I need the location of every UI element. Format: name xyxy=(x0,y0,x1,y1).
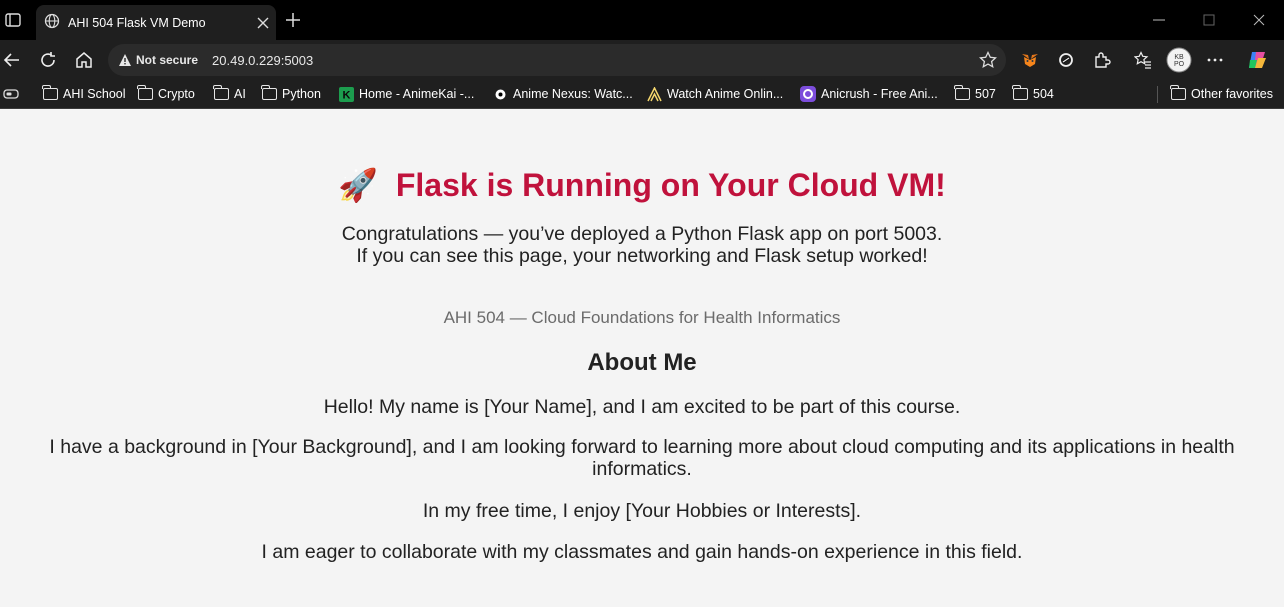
bookmark-label: AHI School xyxy=(63,87,126,101)
about-heading: About Me xyxy=(587,349,697,376)
folder-icon xyxy=(42,85,58,102)
bookmark-label: Anicrush - Free Ani... xyxy=(821,87,938,101)
bookmark-label: Home - AnimeKai -... xyxy=(359,87,475,101)
profile-avatar[interactable]: KB PO xyxy=(1166,47,1192,73)
page-content: 🚀 Flask is Running on Your Cloud VM! Con… xyxy=(0,109,1284,607)
home-icon[interactable] xyxy=(72,48,96,72)
window-controls xyxy=(1134,0,1284,40)
intro-text: Congratulations — you’ve deployed a Pyth… xyxy=(0,223,1284,267)
bookmark-item[interactable]: AI xyxy=(213,85,246,103)
bookmark-item[interactable]: K Home - AnimeKai -... xyxy=(338,85,474,103)
tab-title: AHI 504 Flask VM Demo xyxy=(68,16,206,30)
metamask-icon[interactable] xyxy=(1018,48,1042,72)
animenexus-icon xyxy=(492,86,508,102)
globe-icon xyxy=(44,13,60,34)
browser-chrome: AHI 504 Flask VM Demo Not secure 20.49.0… xyxy=(0,0,1284,109)
copilot-icon[interactable] xyxy=(1245,48,1269,72)
svg-text:PO: PO xyxy=(1174,61,1185,68)
about-paragraph-2: I have a background in [Your Background]… xyxy=(49,436,1235,480)
not-secure-label[interactable]: Not secure xyxy=(136,53,198,67)
new-tab-icon[interactable] xyxy=(282,9,304,31)
folder-icon xyxy=(213,85,229,102)
minimize-icon[interactable] xyxy=(1134,0,1184,40)
bookmark-label: Watch Anime Onlin... xyxy=(667,87,784,101)
bookmark-item[interactable]: 504 xyxy=(1012,85,1054,103)
extension-sync-icon[interactable] xyxy=(1054,48,1078,72)
folder-icon xyxy=(137,85,153,102)
intro-line-1: Congratulations — you’ve deployed a Pyth… xyxy=(341,223,943,245)
bookmark-item[interactable]: Anicrush - Free Ani... xyxy=(800,85,938,103)
bookmark-item[interactable]: Python xyxy=(261,85,321,103)
svg-text:K: K xyxy=(342,89,350,101)
bookmark-label: 507 xyxy=(975,87,996,101)
bookmarks-divider xyxy=(1157,86,1158,103)
animekai-icon: K xyxy=(338,86,354,102)
folder-icon xyxy=(1012,85,1028,102)
address-bar[interactable]: Not secure 20.49.0.229:5003 xyxy=(108,44,1006,76)
other-favorites[interactable]: Other favorites xyxy=(1170,85,1273,103)
bookmarks-toggle-icon[interactable] xyxy=(3,85,19,103)
page-title: 🚀 Flask is Running on Your Cloud VM! xyxy=(0,166,1284,204)
other-favorites-label: Other favorites xyxy=(1191,87,1273,101)
warning-icon[interactable] xyxy=(118,53,132,67)
about-paragraph-1: Hello! My name is [Your Name], and I am … xyxy=(323,396,961,418)
about-paragraph-4: I am eager to collaborate with my classm… xyxy=(261,541,1023,563)
anime-site-icon xyxy=(646,86,662,102)
tab-strip: AHI 504 Flask VM Demo xyxy=(0,0,1284,41)
favorites-icon[interactable] xyxy=(1131,48,1155,72)
rocket-icon: 🚀 xyxy=(338,167,379,203)
bookmark-label: AI xyxy=(234,87,246,101)
bookmark-item[interactable]: Crypto xyxy=(137,85,195,103)
close-tab-icon[interactable] xyxy=(250,10,276,36)
more-menu-icon[interactable] xyxy=(1203,48,1227,72)
refresh-icon[interactable] xyxy=(36,48,60,72)
about-paragraph-3: In my free time, I enjoy [Your Hobbies o… xyxy=(422,500,862,522)
folder-icon xyxy=(261,85,277,102)
close-window-icon[interactable] xyxy=(1234,0,1284,40)
intro-line-2: If you can see this page, your networkin… xyxy=(356,245,928,267)
maximize-icon[interactable] xyxy=(1184,0,1234,40)
bookmark-label: Python xyxy=(282,87,321,101)
bookmark-item[interactable]: AHI School xyxy=(42,85,126,103)
bookmark-item[interactable]: Anime Nexus: Watc... xyxy=(492,85,633,103)
tab-active[interactable]: AHI 504 Flask VM Demo xyxy=(36,5,276,41)
svg-text:KB: KB xyxy=(1174,54,1184,61)
bookmark-item[interactable]: Watch Anime Onlin... xyxy=(646,85,783,103)
bookmark-label: Crypto xyxy=(158,87,195,101)
extensions-icon[interactable] xyxy=(1090,48,1114,72)
bookmark-item[interactable]: 507 xyxy=(954,85,996,103)
folder-icon xyxy=(1170,85,1186,102)
nav-toolbar: Not secure 20.49.0.229:5003 KB PO xyxy=(0,40,1284,80)
bookmarks-bar: AHI School Crypto AI Python K Home - Ani… xyxy=(0,80,1284,109)
course-subtitle: AHI 504 — Cloud Foundations for Health I… xyxy=(443,308,841,327)
bookmark-label: 504 xyxy=(1033,87,1054,101)
url-text[interactable]: 20.49.0.229:5003 xyxy=(212,53,313,68)
tab-actions-icon[interactable] xyxy=(4,11,22,29)
page-title-text: Flask is Running on Your Cloud VM! xyxy=(395,167,946,203)
bookmark-label: Anime Nexus: Watc... xyxy=(513,87,633,101)
anicrush-icon xyxy=(800,86,816,102)
folder-icon xyxy=(954,85,970,102)
favorite-star-icon[interactable] xyxy=(978,50,998,70)
back-icon[interactable] xyxy=(0,48,24,72)
